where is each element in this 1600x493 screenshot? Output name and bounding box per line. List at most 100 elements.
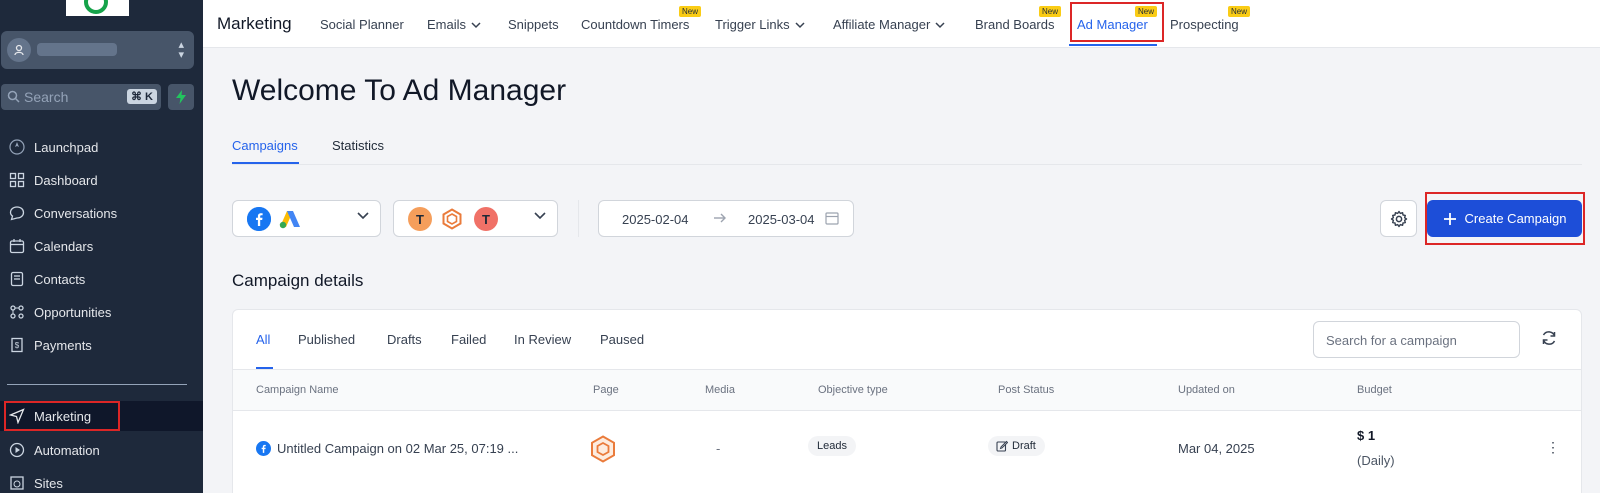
campaign-name[interactable]: Untitled Campaign on 02 Mar 25, 07:19 ..… <box>277 441 518 456</box>
tab-campaigns[interactable]: Campaigns <box>232 138 298 153</box>
new-badge: New <box>679 6 702 17</box>
globe-icon <box>8 474 26 492</box>
sidebar-item-sites[interactable]: Sites <box>0 468 203 493</box>
page-hexagon-icon <box>591 435 615 463</box>
chevron-down-icon <box>357 212 369 220</box>
budget-period: (Daily) <box>1357 453 1395 468</box>
chevron-up-down-icon: ▴ ▾ <box>178 39 184 61</box>
updated-date: Mar 04, 2025 <box>1178 441 1255 456</box>
sidebar-item-label: Opportunities <box>34 304 112 320</box>
section-title: Campaign details <box>232 271 364 290</box>
chevron-down-icon <box>534 212 546 220</box>
filter-tab-published[interactable]: Published <box>298 332 355 347</box>
chat-icon <box>8 204 26 222</box>
budget-amount: $ 1 <box>1357 428 1376 443</box>
filter-tab-all[interactable]: All <box>256 332 270 347</box>
tab-label: Emails <box>427 17 467 32</box>
tab-affiliate-manager[interactable]: Affiliate Manager <box>833 17 945 32</box>
sidebar-item-label: Contacts <box>34 271 86 287</box>
tab-countdown-timers[interactable]: Countdown Timers <box>581 17 689 32</box>
column-post-status[interactable]: Post Status <box>998 384 1054 396</box>
refresh-icon[interactable] <box>1540 329 1558 347</box>
campaign-search-input[interactable]: Search for a campaign <box>1313 321 1520 358</box>
tab-snippets[interactable]: Snippets <box>508 17 559 32</box>
contacts-icon <box>8 270 26 288</box>
filter-divider <box>578 200 579 237</box>
calendar-icon <box>825 212 839 225</box>
tab-trigger-links[interactable]: Trigger Links <box>715 17 805 32</box>
tab-social-planner[interactable]: Social Planner <box>320 17 404 32</box>
sidebar-item-conversations[interactable]: Conversations <box>0 198 203 228</box>
filter-tab-paused[interactable]: Paused <box>600 332 644 347</box>
campaigns-card: All Published Drafts Failed In Review Pa… <box>232 309 1582 493</box>
grid-icon <box>8 171 26 189</box>
active-tab-indicator <box>1069 44 1157 46</box>
filter-tab-failed[interactable]: Failed <box>451 332 486 347</box>
column-budget[interactable]: Budget <box>1357 384 1392 396</box>
sidebar-item-calendars[interactable]: Calendars <box>0 231 203 261</box>
filter-tab-in-review[interactable]: In Review <box>514 332 571 347</box>
sidebar-item-launchpad[interactable]: Launchpad <box>0 132 203 162</box>
table-header: Campaign Name Page Media Objective type … <box>233 369 1581 411</box>
objective-chip: Leads <box>808 436 856 456</box>
status-label: Draft <box>1012 440 1036 452</box>
column-objective-type[interactable]: Objective type <box>818 384 888 396</box>
chevron-down-icon <box>471 22 481 29</box>
date-range-picker[interactable]: 2025-02-04 2025-03-04 <box>598 200 854 237</box>
table-row[interactable]: Untitled Campaign on 02 Mar 25, 07:19 ..… <box>233 411 1581 486</box>
sidebar-item-automation[interactable]: Automation <box>0 435 203 465</box>
svg-text:$: $ <box>15 341 20 350</box>
sidebar-item-label: Conversations <box>34 205 118 221</box>
date-from: 2025-02-04 <box>622 212 689 227</box>
google-ads-icon <box>278 207 302 231</box>
sidebar-item-label: Payments <box>34 337 92 353</box>
filter-tab-drafts[interactable]: Drafts <box>387 332 422 347</box>
new-badge: New <box>1039 6 1062 17</box>
account-switcher[interactable]: ▴ ▾ <box>1 31 194 69</box>
quick-action-button[interactable] <box>168 84 194 110</box>
account-avatar-t-secondary: T <box>474 207 498 231</box>
sidebar: ▴ ▾ Search ⌘ K Launchpad Dashboard Conver… <box>0 0 203 493</box>
tab-prospecting[interactable]: Prospecting <box>1170 17 1239 32</box>
new-badge: New <box>1228 6 1251 17</box>
platform-select[interactable] <box>232 200 381 237</box>
column-campaign-name[interactable]: Campaign Name <box>256 384 339 396</box>
calendar-icon <box>8 237 26 255</box>
search-placeholder: Search <box>24 89 69 105</box>
column-updated-on[interactable]: Updated on <box>1178 384 1235 396</box>
tab-emails[interactable]: Emails <box>427 17 481 32</box>
column-media[interactable]: Media <box>705 384 735 396</box>
account-name-blurred <box>37 43 117 56</box>
receipt-icon: $ <box>8 336 26 354</box>
search-shortcut: ⌘ K <box>127 89 157 104</box>
search-icon <box>7 90 20 103</box>
play-circle-icon <box>8 441 26 459</box>
avatar-initial: T <box>416 211 424 227</box>
media-value: - <box>716 441 721 456</box>
facebook-icon <box>256 441 271 456</box>
status-badge: Draft <box>988 436 1045 456</box>
sidebar-item-dashboard[interactable]: Dashboard <box>0 165 203 195</box>
chevron-down-icon <box>795 22 805 29</box>
more-options-icon[interactable]: ⋮ <box>1546 439 1560 456</box>
sidebar-item-contacts[interactable]: Contacts <box>0 264 203 294</box>
settings-button[interactable] <box>1380 200 1417 237</box>
rocket-icon <box>8 138 26 156</box>
tab-statistics[interactable]: Statistics <box>332 138 384 153</box>
column-page[interactable]: Page <box>593 384 619 396</box>
hexagon-logo-icon <box>440 207 464 231</box>
gear-icon <box>1390 210 1407 227</box>
avatar-initial: T <box>482 211 490 227</box>
account-select[interactable]: T T <box>393 200 558 237</box>
lightning-icon <box>176 90 186 104</box>
sidebar-item-payments[interactable]: $ Payments <box>0 330 203 360</box>
page-section-title: Marketing <box>217 14 292 33</box>
highlight-marketing <box>4 401 120 431</box>
facebook-icon <box>247 207 271 231</box>
highlight-ad-manager <box>1070 2 1164 42</box>
sidebar-search[interactable]: Search ⌘ K <box>1 84 161 110</box>
funnel-icon <box>8 303 26 321</box>
tab-brand-boards[interactable]: Brand Boards <box>975 17 1055 32</box>
arrow-right-icon <box>714 213 726 223</box>
sidebar-item-opportunities[interactable]: Opportunities <box>0 297 203 327</box>
